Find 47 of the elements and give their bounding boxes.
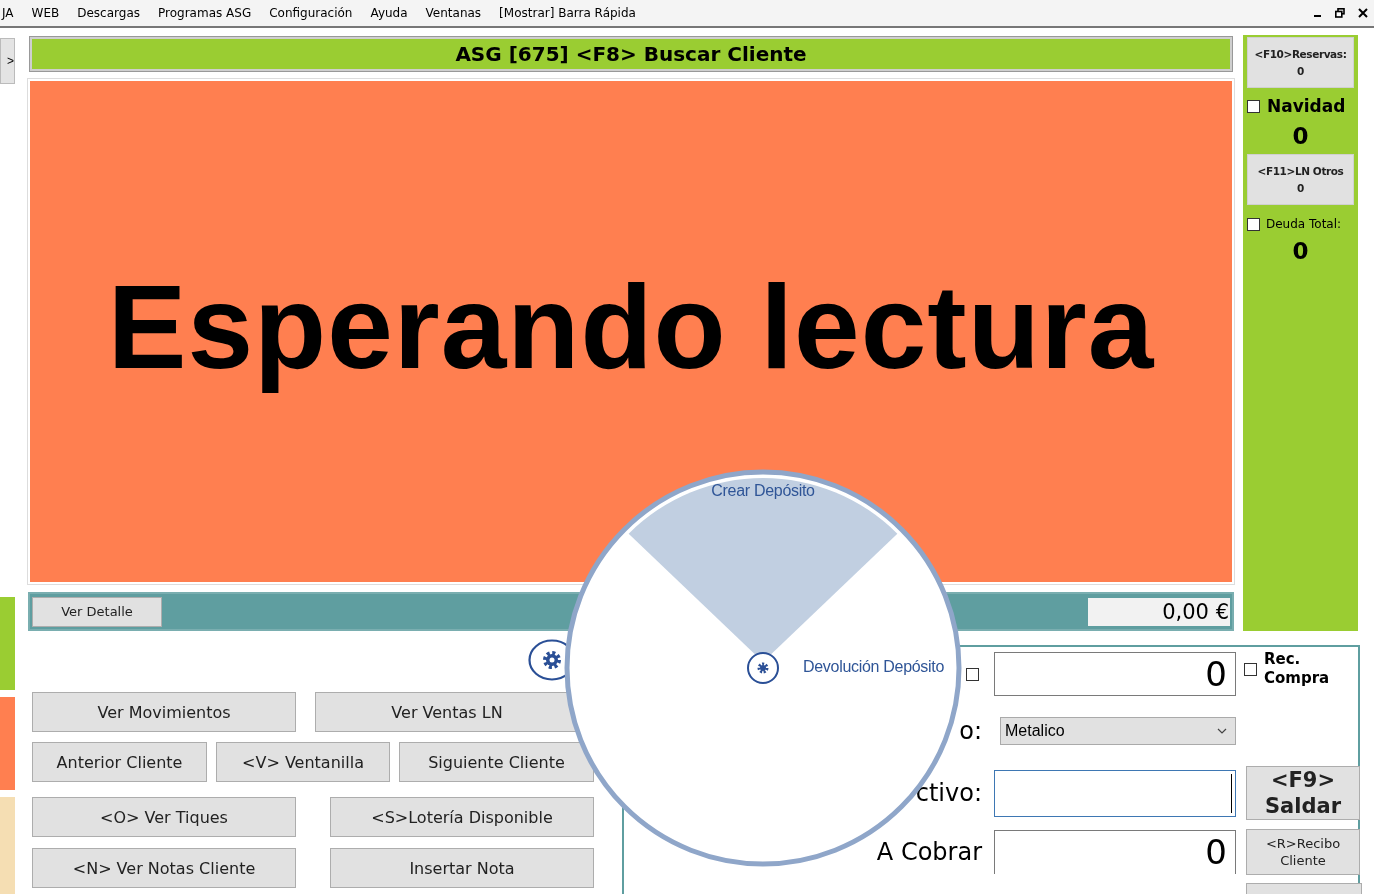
action-button[interactable]: Siguiente Cliente xyxy=(399,742,594,782)
restore-icon[interactable] xyxy=(1335,8,1345,18)
amount-field[interactable]: 0 xyxy=(994,652,1236,696)
to-charge-field[interactable]: 0 xyxy=(994,830,1236,874)
action-button[interactable]: <S>Lotería Disponible xyxy=(330,797,594,837)
deuda-value: 0 xyxy=(1292,238,1309,264)
action-button[interactable]: <O> Ver Tiques xyxy=(32,797,296,837)
close-icon[interactable] xyxy=(1358,8,1368,18)
radial-menu-item[interactable]: Devolución Depósito xyxy=(803,658,945,676)
field-label: o: xyxy=(959,717,982,745)
menu-item[interactable]: Ayuda xyxy=(361,6,417,20)
checkbox[interactable] xyxy=(1247,99,1260,113)
menu-item[interactable]: Ventanas xyxy=(416,6,491,20)
navidad-checkbox[interactable]: Navidad xyxy=(1247,96,1346,116)
total-field: 0,00 € xyxy=(1088,597,1230,626)
action-button[interactable]: <N> Ver Notas Cliente xyxy=(32,848,296,888)
field-label: ctivo: xyxy=(915,779,982,807)
detail-button[interactable]: Ver Detalle xyxy=(32,596,162,627)
reservas-button[interactable]: <F10>Reservas: 0 xyxy=(1247,37,1354,88)
menu-item[interactable]: Descargas xyxy=(68,6,149,20)
window-title: ASG [675] <F8> Buscar Cliente xyxy=(455,42,807,66)
ln-otros-button[interactable]: <F11>LN Otros 0 xyxy=(1247,154,1354,205)
menu-item[interactable]: Programas ASG xyxy=(149,6,261,20)
recibo-button[interactable]: <R>Recibo Cliente xyxy=(1246,829,1360,875)
cash-field[interactable] xyxy=(994,769,1236,817)
checkbox[interactable] xyxy=(966,667,979,681)
checkbox[interactable] xyxy=(1247,217,1260,231)
status-message: Esperando lectura xyxy=(107,259,1155,395)
side-button[interactable]: > xyxy=(0,38,15,84)
menu-item[interactable]: WEB xyxy=(22,6,69,20)
field-label: A Cobrar xyxy=(876,838,982,866)
action-button[interactable]: Ver Movimientos xyxy=(32,692,296,732)
menu-item[interactable]: [Mostrar] Barra Rápida xyxy=(490,6,645,20)
deuda-checkbox[interactable]: Deuda Total: xyxy=(1247,217,1342,231)
payment-method-dropdown[interactable]: Metalico xyxy=(1000,717,1236,745)
action-button[interactable]: Anterior Cliente xyxy=(32,742,207,782)
menu-item[interactable]: JA xyxy=(0,6,23,20)
rec-compra-checkbox[interactable]: Rec. Compra xyxy=(1244,650,1358,688)
menu-item[interactable]: Configuración xyxy=(260,6,362,20)
navidad-count: 0 xyxy=(1292,123,1309,149)
chevron-icon xyxy=(1217,728,1227,734)
radial-menu-item[interactable]: Crear Depósito xyxy=(683,482,843,500)
checkbox[interactable] xyxy=(1244,662,1257,676)
settings-icon[interactable] xyxy=(747,652,779,684)
action-button[interactable]: <V> Ventanilla xyxy=(216,742,390,782)
action-button[interactable]: Insertar Nota xyxy=(330,848,594,888)
saldar-button[interactable]: <F9> Saldar xyxy=(1246,766,1360,820)
